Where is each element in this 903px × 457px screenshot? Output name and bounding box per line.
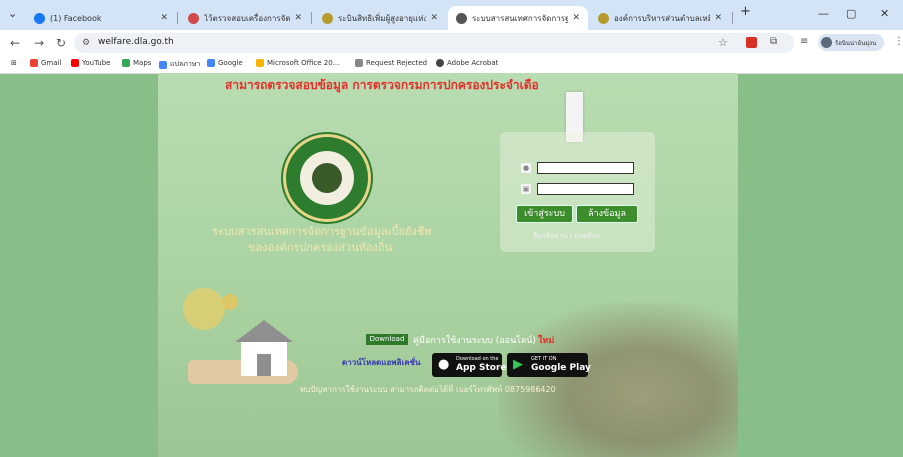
password-input[interactable] (537, 183, 634, 195)
tab-label: องค์การบริหารส่วนตำบลเหมือนอำเภา (614, 13, 711, 23)
login-button[interactable]: เข้าสู่ระบบ (516, 205, 573, 223)
apple-icon: ● (438, 357, 450, 372)
bookmark-translate[interactable]: แปลภาษา (159, 59, 200, 70)
google-play-button[interactable]: ▶ GET IT ON Google Play (507, 353, 591, 377)
tab-check[interactable]: ไว้ตรวจสอบเครื่องการจัดกิจการแห่ง 25 ✕ (180, 6, 310, 30)
google-icon (207, 59, 215, 67)
tab-label: (1) Facebook (50, 13, 102, 23)
reload-icon[interactable]: ↻ (56, 36, 66, 50)
bookmark-office[interactable]: Microsoft Office 20... (256, 59, 339, 67)
download-manual-button[interactable]: Download (366, 334, 408, 345)
bookmark-youtube[interactable]: YouTube (71, 59, 110, 67)
clear-button[interactable]: ล้างข้อมูล (576, 205, 638, 223)
translate-icon (159, 60, 167, 69)
youtube-icon (71, 59, 79, 67)
close-icon[interactable]: ✕ (714, 13, 722, 23)
tab-bar: ⌄ (1) Facebook ✕ ไว้ตรวจสอบเครื่องการจัด… (0, 0, 903, 30)
new-tab-icon[interactable]: + (740, 4, 751, 19)
adobe-icon (436, 59, 444, 67)
manual-link[interactable]: คู่มือการใช้งานระบบ (ออนไลน์) (413, 333, 536, 347)
tab-label: ระบินสิทธิเพิ่มผู้สูงอายุแห่งสวัสดิการปก… (338, 13, 427, 23)
bookmark-adobe[interactable]: Adobe Acrobat (436, 59, 498, 67)
tab-search-icon[interactable]: ⌄ (8, 7, 17, 20)
house-illustration (235, 320, 293, 376)
department-logo (283, 134, 371, 222)
maximize-icon[interactable]: ▢ (846, 7, 856, 20)
username-input[interactable] (537, 162, 634, 174)
site-icon (322, 12, 333, 24)
menu-icon[interactable]: ⋮ (894, 36, 903, 47)
tab-label: ไว้ตรวจสอบเครื่องการจัดกิจการแห่ง 25 (204, 13, 291, 23)
elderly-people-image (498, 303, 738, 457)
tab-label: ระบบสารสนเทศการจัดการฐานข้อมูล (472, 13, 569, 23)
contact-info: พบปัญหาการใช้งานระบบ สามารถติดต่อได้ที่ … (300, 385, 556, 394)
url-box[interactable] (74, 33, 794, 53)
site-info-icon[interactable]: ⚙ (82, 38, 90, 48)
back-icon[interactable]: ← (10, 36, 20, 50)
coin-illustration (222, 294, 238, 310)
bookmark-google[interactable]: Google (207, 59, 243, 67)
maps-icon (122, 59, 130, 67)
app-store-button[interactable]: ● Download on the App Store (432, 353, 507, 377)
tab-facebook[interactable]: (1) Facebook ✕ (26, 6, 176, 30)
tab-welfare-active[interactable]: ระบบสารสนเทศการจัดการฐานข้อมูล ✕ (448, 6, 588, 30)
play-icon: ▶ (513, 357, 523, 372)
warning-icon (188, 12, 199, 24)
coin-illustration (183, 288, 225, 330)
request-icon (355, 59, 363, 67)
tab-elderly[interactable]: ระบินสิทธิเพิ่มผู้สูงอายุแห่งสวัสดิการปก… (314, 6, 446, 30)
avatar (821, 37, 832, 48)
tab-district[interactable]: องค์การบริหารส่วนตำบลเหมือนอำเภา ✕ (590, 6, 730, 30)
bookmark-gmail[interactable]: Gmail (30, 59, 61, 67)
close-icon[interactable]: ✕ (294, 13, 302, 23)
forward-icon[interactable]: → (34, 36, 44, 50)
extensions-icon[interactable]: ⧉ (770, 36, 777, 47)
announcement-headline[interactable]: สามารถตรวจสอบข้อมูล การตรวจกรมการปกครองป… (225, 76, 539, 95)
facebook-icon (34, 12, 45, 24)
bookmark-star-icon[interactable]: ☆ (718, 36, 728, 49)
bookmark-request[interactable]: Request Rejected (355, 59, 427, 67)
new-badge: ใหม่ (538, 336, 555, 346)
user-icon: ● (521, 163, 531, 173)
forgot-password-link[interactable]: ลืมรหัสผ่าน / ปลดล็อก (533, 231, 600, 242)
bookmark-maps[interactable]: Maps (122, 59, 151, 67)
url-text[interactable]: welfare.dla.go.th (98, 37, 174, 47)
office-icon (256, 59, 264, 67)
minimize-icon[interactable]: — (818, 7, 829, 20)
gmail-icon (30, 59, 38, 67)
app-download-label: ดาวน์โหลดแอพลิเคชั่น (342, 358, 421, 367)
profile-button[interactable]: ร้อนินน่าอ้นมุ่งน (818, 34, 884, 51)
close-icon[interactable]: ✕ (572, 13, 580, 23)
profile-name: ร้อนินน่าอ้นมุ่งน (835, 40, 877, 47)
apps-icon[interactable]: ⊞ (11, 59, 17, 67)
close-icon[interactable]: ✕ (430, 13, 438, 23)
page-background (158, 73, 738, 457)
lock-icon: ▣ (521, 184, 531, 194)
system-subtitle: ขององค์กรปกครองส่วนท้องถิ่น (248, 241, 393, 254)
reading-list-icon[interactable]: ≡ (800, 36, 808, 47)
globe-icon (456, 12, 467, 24)
pdf-extension-icon[interactable] (746, 37, 757, 48)
close-icon[interactable]: ✕ (160, 13, 168, 23)
close-window-icon[interactable]: ✕ (880, 7, 889, 20)
site-icon (598, 12, 609, 24)
